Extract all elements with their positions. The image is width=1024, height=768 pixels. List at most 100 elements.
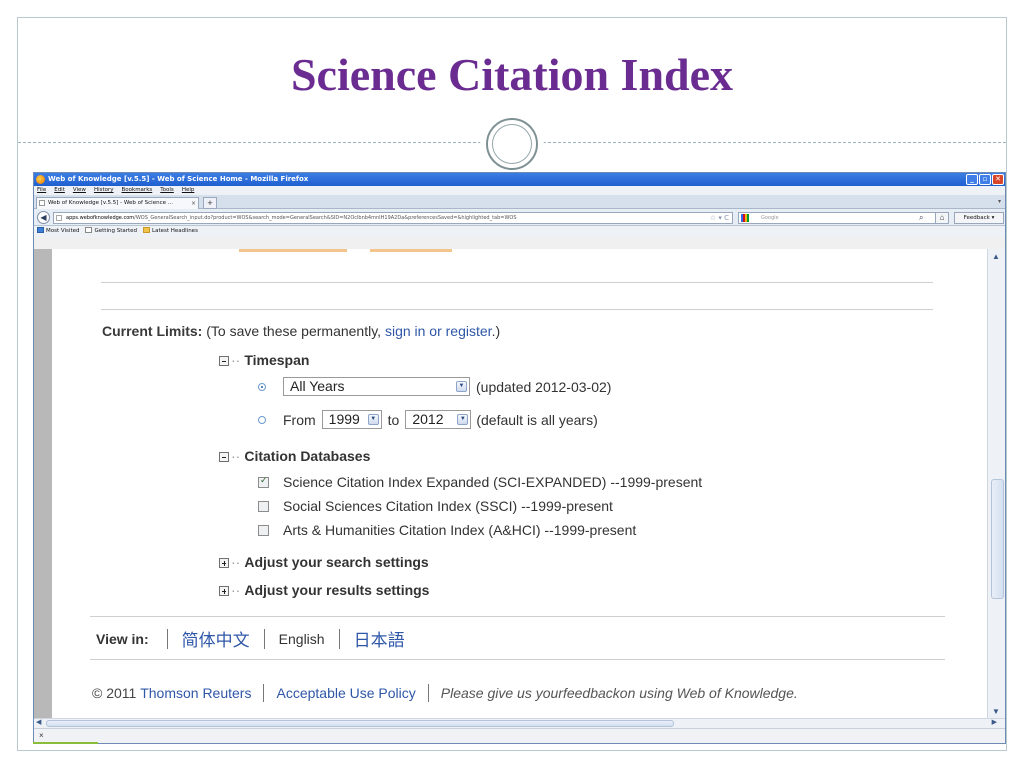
horizontal-scroll-thumb[interactable] (46, 720, 674, 727)
bookmark-latest-headlines[interactable]: Latest Headlines (143, 226, 198, 237)
collapse-minus-icon[interactable] (219, 452, 229, 462)
bookmark-most-visited[interactable]: Most Visited (37, 226, 79, 237)
divider-line (101, 309, 933, 310)
scroll-down-arrow-icon[interactable]: ▼ (992, 707, 1000, 716)
chevron-down-icon[interactable]: ▼ (456, 381, 467, 392)
horizontal-scrollbar[interactable]: ◀ ▶ (34, 718, 1005, 728)
bookmarks-toolbar: Most Visited Getting Started Latest Head… (34, 226, 1005, 237)
to-year-select[interactable]: 2012 ▼ (405, 410, 472, 429)
page-favicon-icon (39, 200, 45, 206)
chevron-down-icon[interactable]: ▼ (367, 414, 379, 425)
thomson-reuters-link[interactable]: Thomson Reuters (140, 685, 251, 701)
current-limits-line: Current Limits: (To save these permanent… (102, 323, 500, 339)
tree-connector: ·· (231, 352, 241, 368)
menu-help[interactable]: Help (182, 186, 195, 195)
ahci-checkbox[interactable] (258, 524, 269, 536)
circle-ornament-inner (492, 124, 532, 164)
home-icon[interactable]: ⌂ (935, 212, 949, 224)
sign-in-register-link[interactable]: sign in or register (385, 323, 492, 339)
ssci-checkbox[interactable] (258, 500, 269, 512)
separator (338, 628, 340, 649)
bookmark-label: Latest Headlines (152, 228, 198, 234)
tab-close-icon[interactable]: × (191, 198, 196, 209)
language-chinese-link[interactable]: 简体中文 (182, 626, 250, 651)
ahci-label: Arts & Humanities Citation Index (A&HCI)… (283, 522, 637, 538)
search-magnifier-icon[interactable]: ⌕ (919, 213, 923, 223)
page-left-gutter (34, 249, 52, 718)
chevron-down-icon[interactable]: ▼ (457, 414, 469, 425)
feedback-button[interactable]: Feedback ▾ (954, 212, 1004, 224)
close-icon[interactable]: × (39, 731, 44, 740)
google-logo-icon[interactable] (741, 214, 749, 222)
navigation-bar: ◀ apps.webofknowledge.com/WOS_GeneralSea… (34, 209, 1005, 226)
menu-file[interactable]: File (37, 186, 46, 195)
feedback-link[interactable]: feedback (563, 685, 620, 701)
menu-history[interactable]: History (94, 186, 114, 195)
separator (263, 628, 265, 649)
collapse-minus-icon[interactable] (219, 356, 229, 366)
menu-tools[interactable]: Tools (160, 186, 174, 195)
adjust-results-settings[interactable]: ·· Adjust your results settings (219, 582, 429, 598)
database-row-ahci: Arts & Humanities Citation Index (A&HCI)… (258, 522, 636, 538)
back-arrow-icon[interactable]: ◀ (37, 211, 50, 224)
year-range-radio[interactable] (258, 415, 266, 424)
expand-plus-icon[interactable] (219, 586, 229, 596)
from-year-select[interactable]: 1999 ▼ (321, 410, 382, 429)
tab-bar: Web of Knowledge [v.5.5] - Web of Scienc… (34, 195, 1005, 209)
list-tabs-chevron-icon[interactable]: ▾ (998, 198, 1001, 205)
url-path: /WOS_GeneralSearch_input.do?product=WOS&… (134, 215, 517, 221)
taskbar-accent (33, 742, 98, 744)
tab-web-of-knowledge[interactable]: Web of Knowledge [v.5.5] - Web of Scienc… (36, 197, 199, 209)
page-icon (85, 227, 93, 233)
vertical-scrollbar[interactable]: ▲ ▼ (987, 249, 1005, 718)
from-label: From (283, 411, 316, 428)
vertical-scroll-thumb[interactable] (991, 479, 1004, 599)
scroll-up-arrow-icon[interactable]: ▲ (992, 252, 1000, 261)
language-english-link[interactable]: English (279, 631, 325, 647)
button-edge-decor (239, 249, 347, 252)
limits-text-before: (To save these permanently, (206, 323, 385, 339)
most-visited-icon (37, 227, 44, 233)
menu-edit[interactable]: Edit (54, 186, 65, 195)
bookmark-label: Getting Started (94, 228, 138, 234)
close-window-icon[interactable]: ✕ (992, 174, 1004, 185)
ssci-label: Social Sciences Citation Index (SSCI) --… (283, 498, 613, 514)
tab-label: Web of Knowledge [v.5.5] - Web of Scienc… (48, 200, 173, 206)
menu-view[interactable]: View (73, 186, 86, 195)
acceptable-use-policy-link[interactable]: Acceptable Use Policy (276, 685, 415, 701)
scroll-left-arrow-icon[interactable]: ◀ (36, 718, 41, 726)
site-identity-icon[interactable] (56, 215, 62, 221)
scroll-right-arrow-icon[interactable]: ▶ (992, 718, 997, 726)
expand-plus-icon[interactable] (219, 558, 229, 568)
minimize-icon[interactable]: _ (966, 174, 978, 185)
language-selector: View in: 简体中文 English 日本語 (96, 626, 405, 651)
database-row-sci: Science Citation Index Expanded (SCI-EXP… (258, 474, 702, 490)
search-input[interactable]: Google (738, 212, 938, 224)
current-limits-label: Current Limits: (102, 323, 203, 339)
page-right-gutter (980, 249, 987, 718)
citation-databases-section[interactable]: ·· Citation Databases (219, 448, 370, 464)
divider-line (90, 659, 945, 660)
address-bar[interactable]: apps.webofknowledge.com/WOS_GeneralSearc… (53, 212, 733, 224)
divider-line (90, 616, 945, 617)
sci-expanded-checkbox[interactable] (258, 475, 269, 488)
timespan-section[interactable]: ·· Timespan (219, 352, 309, 368)
bookmark-getting-started[interactable]: Getting Started (85, 226, 137, 237)
menu-bookmarks[interactable]: Bookmarks (122, 186, 153, 195)
updated-text: (updated 2012-03-02) (476, 378, 612, 395)
all-years-radio[interactable] (258, 382, 266, 391)
maximize-icon[interactable]: ▫ (979, 174, 991, 185)
to-year-value: 2012 (412, 411, 444, 427)
tree-connector: ·· (231, 582, 241, 598)
language-japanese-link[interactable]: 日本語 (354, 626, 405, 651)
new-tab-button[interactable]: + (203, 197, 217, 209)
separator (427, 684, 429, 702)
bookmark-star-reload-icons[interactable]: ☆ ▾ C (710, 213, 729, 223)
url-domain: apps.webofknowledge.com (66, 215, 135, 221)
all-years-select[interactable]: All Years ▼ (283, 377, 470, 396)
button-edge-decor (370, 249, 452, 252)
tree-connector: ·· (231, 448, 241, 464)
feedback-text-before: Please give us your (440, 685, 563, 701)
adjust-search-settings[interactable]: ·· Adjust your search settings (219, 554, 429, 570)
sci-expanded-label: Science Citation Index Expanded (SCI-EXP… (283, 474, 703, 490)
